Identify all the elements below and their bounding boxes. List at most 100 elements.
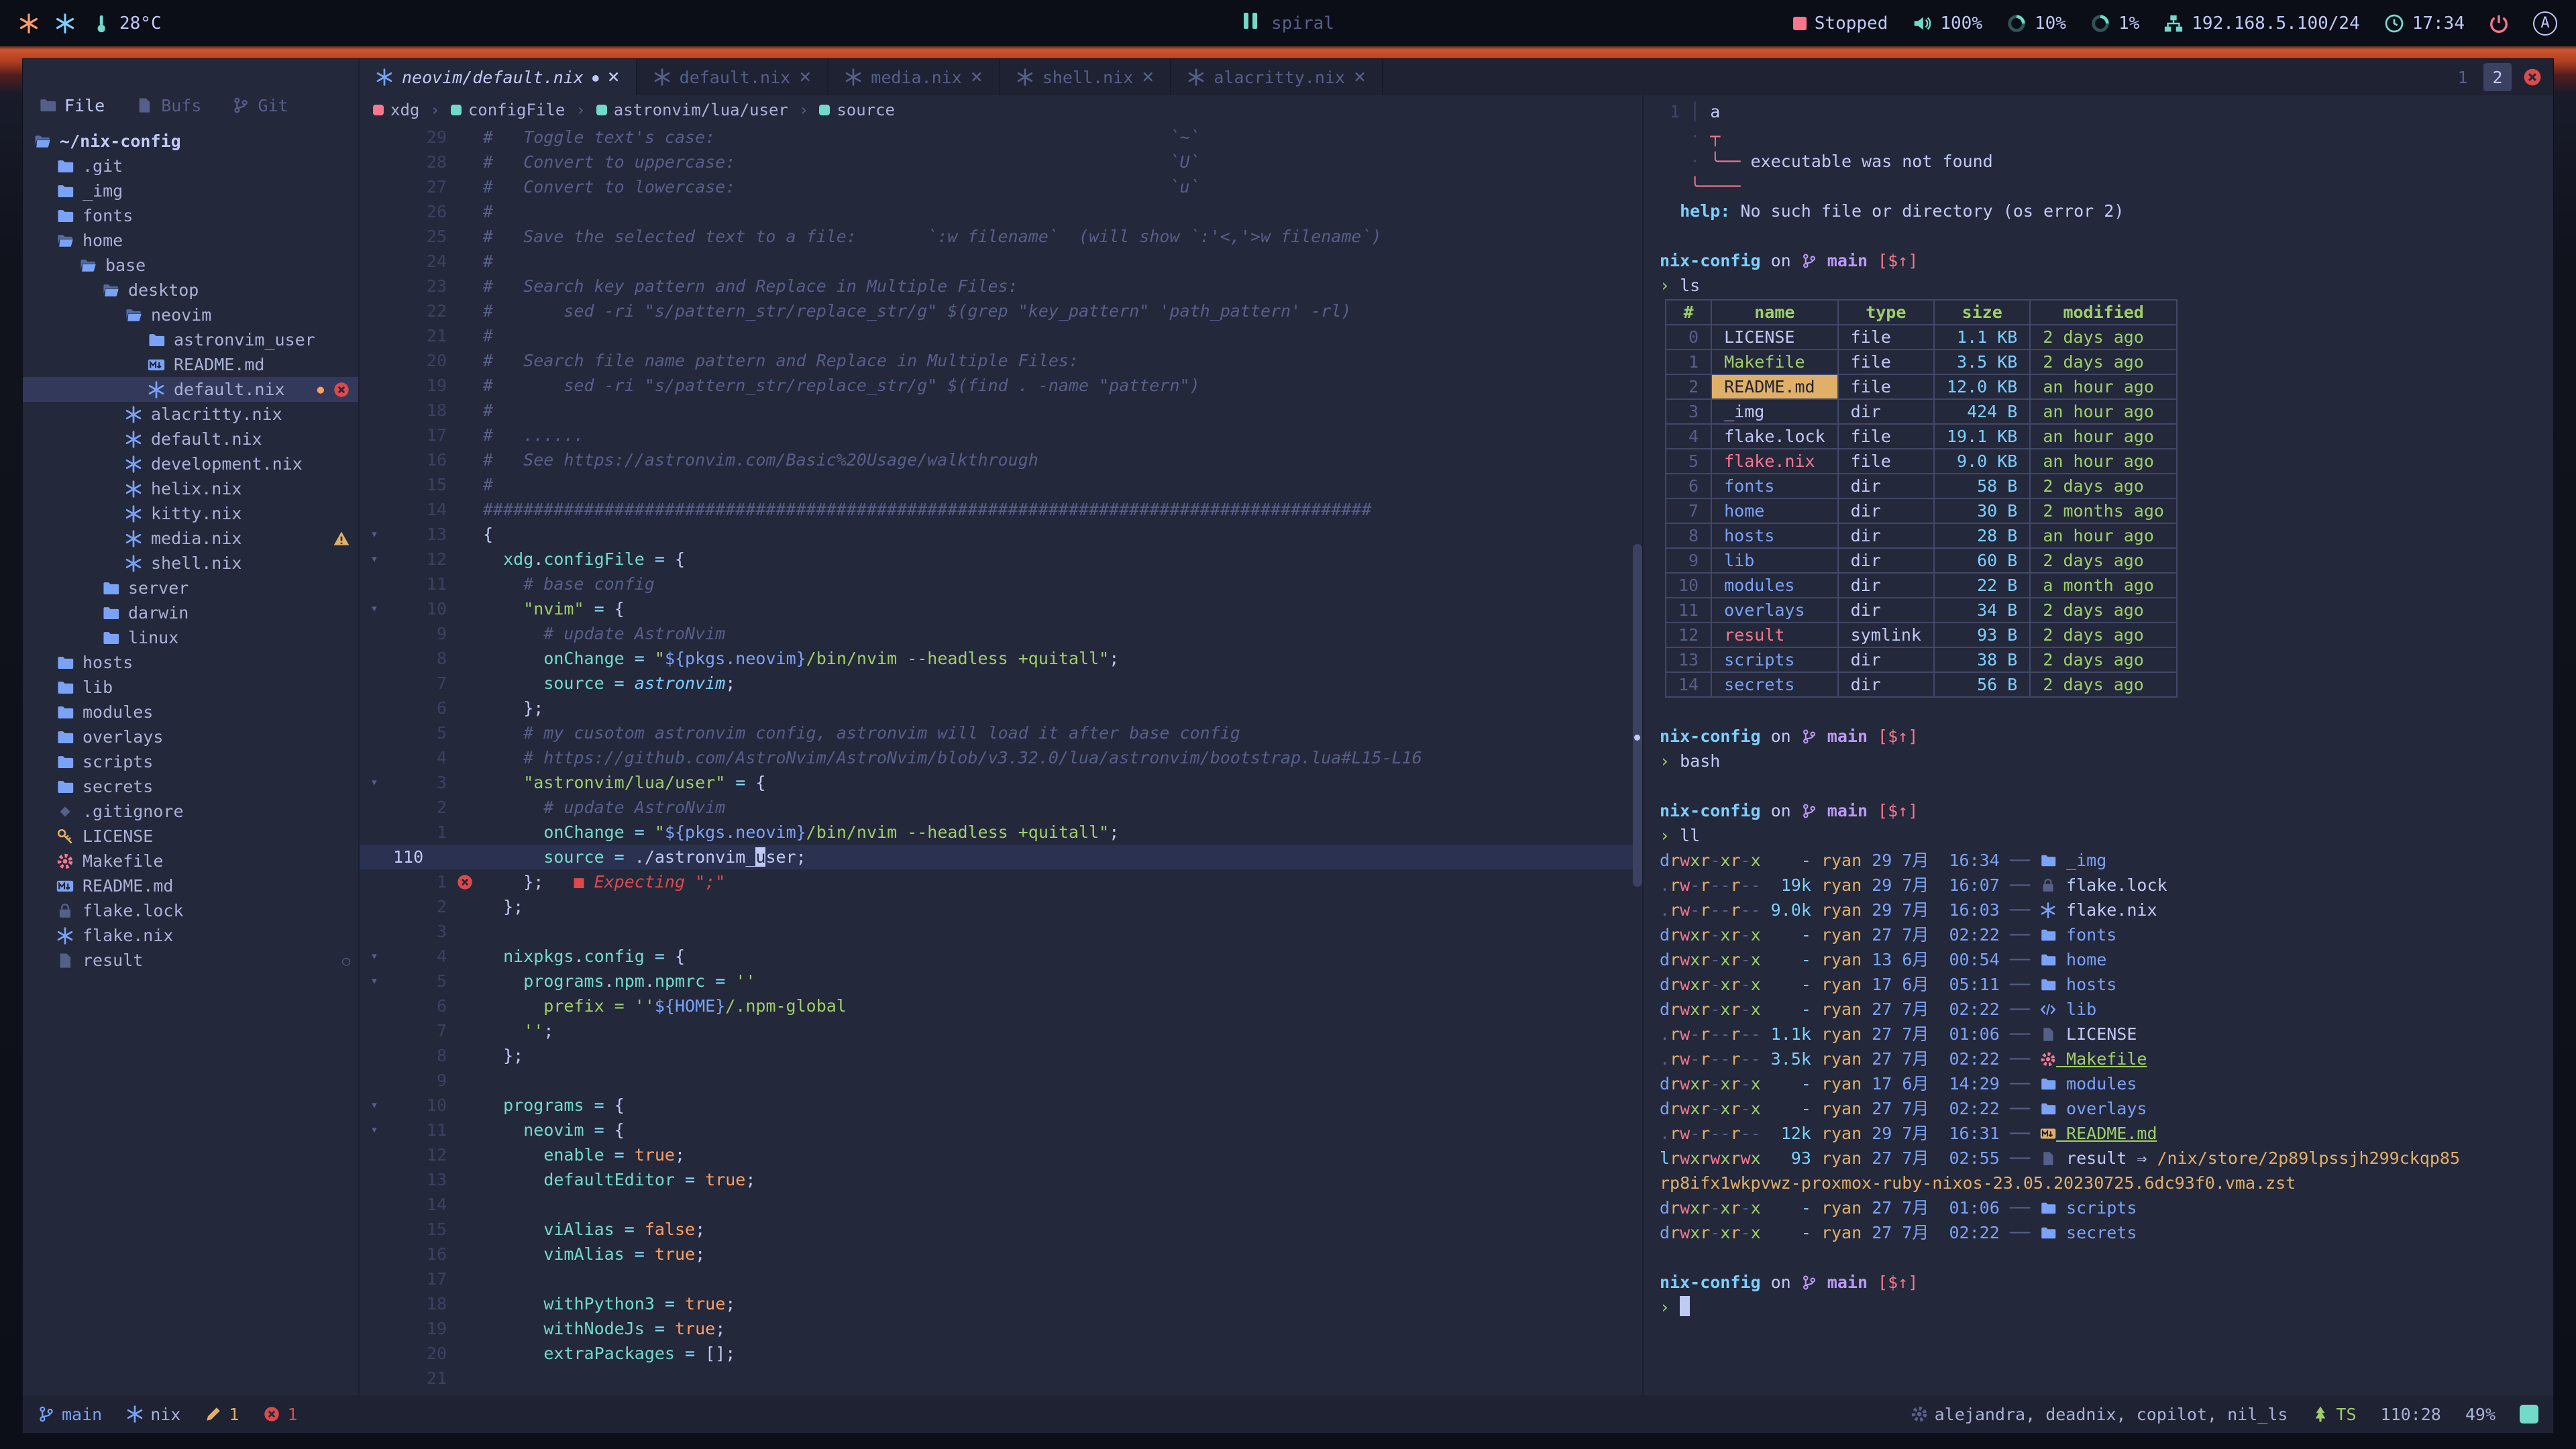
fold-marker bbox=[360, 299, 389, 323]
tabpage-2-button[interactable]: 2 bbox=[2483, 63, 2512, 91]
tree-item-home[interactable]: home bbox=[23, 228, 358, 253]
breadcrumb-separator: › bbox=[430, 101, 439, 119]
fold-marker[interactable]: ▾ bbox=[360, 596, 389, 621]
tree-item-Makefile[interactable]: Makefile bbox=[23, 849, 358, 873]
breadcrumb-item[interactable]: astronvim/lua/user bbox=[596, 101, 788, 119]
editor-pane[interactable]: xdg›configFile›astronvim/lua/user›source… bbox=[360, 95, 1644, 1395]
code-line: ▾10 programs = { bbox=[360, 1093, 1642, 1118]
fold-marker[interactable]: ▾ bbox=[360, 547, 389, 572]
fold-marker[interactable]: ▾ bbox=[360, 1093, 389, 1118]
tab-close-icon[interactable]: × bbox=[1354, 67, 1366, 87]
disk-module[interactable]: 10% bbox=[2006, 13, 2066, 34]
tree-item-secrets[interactable]: secrets bbox=[23, 774, 358, 799]
keyboard-layout-indicator[interactable]: A bbox=[2533, 11, 2557, 36]
nixos-logo-icon[interactable] bbox=[19, 13, 39, 34]
terminal-pane[interactable]: 1 │ a · ┬ · ╰── executable was not found… bbox=[1644, 95, 2553, 1395]
close-all-button[interactable] bbox=[2522, 67, 2542, 87]
line-number: 25 bbox=[389, 224, 447, 249]
fold-marker[interactable]: ▾ bbox=[360, 770, 389, 795]
temperature-module[interactable]: 28°C bbox=[91, 13, 162, 34]
fold-marker[interactable]: ▾ bbox=[360, 969, 389, 994]
editor-tab-neovim/default.nix[interactable]: neovim/default.nix●× bbox=[360, 59, 637, 95]
tree-item-modules[interactable]: modules bbox=[23, 700, 358, 724]
tree-item-~/nix-config[interactable]: ~/nix-config bbox=[23, 129, 358, 154]
tree-item-darwin[interactable]: darwin bbox=[23, 600, 358, 625]
tree-item-flake.nix[interactable]: flake.nix bbox=[23, 923, 358, 948]
snowflake-icon[interactable] bbox=[55, 13, 75, 34]
tree-item-hosts[interactable]: hosts bbox=[23, 650, 358, 675]
fold-marker[interactable]: ▾ bbox=[360, 1118, 389, 1142]
explorer-tab-file[interactable]: File bbox=[39, 96, 105, 115]
tree-item-neovim[interactable]: neovim bbox=[23, 303, 358, 327]
nix-icon bbox=[2040, 902, 2056, 918]
tree-item-kitty.nix[interactable]: kitty.nix bbox=[23, 501, 358, 526]
volume-module[interactable]: 100% bbox=[1912, 13, 1982, 34]
editor-tab-shell.nix[interactable]: shell.nix× bbox=[1000, 59, 1172, 95]
tree-item-media.nix[interactable]: media.nix bbox=[23, 526, 358, 551]
code-area[interactable]: 29# Toggle text's case: `~`28# Convert t… bbox=[360, 125, 1642, 1395]
tab-close-icon[interactable]: × bbox=[971, 67, 983, 87]
recording-status-module[interactable]: Stopped bbox=[1793, 13, 1888, 34]
ls-row: 7homedir30 B2 months ago bbox=[1666, 498, 2177, 523]
fold-marker bbox=[360, 398, 389, 423]
tree-item-result[interactable]: result○ bbox=[23, 948, 358, 973]
window-title: spiral bbox=[1271, 13, 1334, 34]
tree-item-linux[interactable]: linux bbox=[23, 625, 358, 650]
tree-item-.git[interactable]: .git bbox=[23, 154, 358, 178]
command-line: › ls bbox=[1660, 273, 2553, 298]
breadcrumb-item[interactable]: source bbox=[819, 101, 895, 119]
editor-tab-alacritty.nix[interactable]: alacritty.nix× bbox=[1171, 59, 1383, 95]
command-line: › ll bbox=[1660, 823, 2553, 848]
tab-close-icon[interactable]: × bbox=[608, 67, 620, 87]
tree-item-README.md[interactable]: README.md bbox=[23, 352, 358, 377]
tab-close-icon[interactable]: × bbox=[799, 67, 811, 87]
tree-item-astronvim_user[interactable]: astronvim_user bbox=[23, 327, 358, 352]
tree-item-desktop[interactable]: desktop bbox=[23, 278, 358, 303]
network-module[interactable]: 192.168.5.100/24 bbox=[2163, 13, 2359, 34]
fold-marker[interactable]: ▾ bbox=[360, 522, 389, 547]
explorer-tab-bufs[interactable]: Bufs bbox=[136, 96, 201, 115]
tree-item-lib[interactable]: lib bbox=[23, 675, 358, 700]
tree-item-scripts[interactable]: scripts bbox=[23, 749, 358, 774]
tree-item-LICENSE[interactable]: LICENSE bbox=[23, 824, 358, 849]
editor-tab-media.nix[interactable]: media.nix× bbox=[828, 59, 1000, 95]
editor-tab-default.nix[interactable]: default.nix× bbox=[637, 59, 829, 95]
folder-icon bbox=[56, 207, 74, 225]
code-line: 2 }; bbox=[360, 894, 1642, 919]
tree-item-_img[interactable]: _img bbox=[23, 178, 358, 203]
fold-marker[interactable]: ▾ bbox=[360, 944, 389, 969]
tab-close-icon[interactable]: × bbox=[1142, 67, 1154, 87]
power-icon[interactable] bbox=[2489, 13, 2509, 34]
tree-item-README.md[interactable]: README.md bbox=[23, 873, 358, 898]
tree-item-alacritty.nix[interactable]: alacritty.nix bbox=[23, 402, 358, 427]
explorer-tab-git[interactable]: Git bbox=[232, 96, 288, 115]
fold-marker bbox=[360, 1167, 389, 1192]
cpu-module[interactable]: 1% bbox=[2090, 13, 2139, 34]
file-name: secrets bbox=[2056, 1223, 2137, 1242]
ls-row: 4flake.lockfile19.1 KBan hour ago bbox=[1666, 424, 2177, 449]
tree-item-.gitignore[interactable]: .gitignore bbox=[23, 799, 358, 824]
tree-item-default.nix[interactable]: default.nix● bbox=[23, 377, 358, 402]
tree-item-development.nix[interactable]: development.nix bbox=[23, 451, 358, 476]
tree-item-base[interactable]: base bbox=[23, 253, 358, 278]
tree-item-helix.nix[interactable]: helix.nix bbox=[23, 476, 358, 501]
breadcrumb-item[interactable]: xdg bbox=[373, 101, 419, 119]
clock-module[interactable]: 17:34 bbox=[2384, 13, 2465, 34]
tabpage-1-button[interactable]: 1 bbox=[2449, 63, 2477, 91]
tree-item-default.nix[interactable]: default.nix bbox=[23, 427, 358, 451]
tree-item-shell.nix[interactable]: shell.nix bbox=[23, 551, 358, 576]
tree-item-fonts[interactable]: fonts bbox=[23, 203, 358, 228]
scrollbar-thumb[interactable] bbox=[1633, 544, 1642, 887]
ll-row: drwxr-xr-x - ryan 27 7月 02:22 ── lib bbox=[1660, 997, 2553, 1022]
tree-item-server[interactable]: server bbox=[23, 576, 358, 600]
code-line: 14 bbox=[360, 1192, 1642, 1217]
error-icon bbox=[263, 1405, 280, 1423]
nix-icon bbox=[125, 530, 142, 547]
breadcrumb-item[interactable]: configFile bbox=[451, 101, 566, 119]
terminal-cursor[interactable] bbox=[1680, 1296, 1690, 1316]
line-number: 12 bbox=[389, 1142, 447, 1167]
tree-item-flake.lock[interactable]: flake.lock bbox=[23, 898, 358, 923]
ls-col-header: modified bbox=[2030, 300, 2177, 325]
tree-item-overlays[interactable]: overlays bbox=[23, 724, 358, 749]
code-line: ▾12 xdg.configFile = { bbox=[360, 547, 1642, 572]
